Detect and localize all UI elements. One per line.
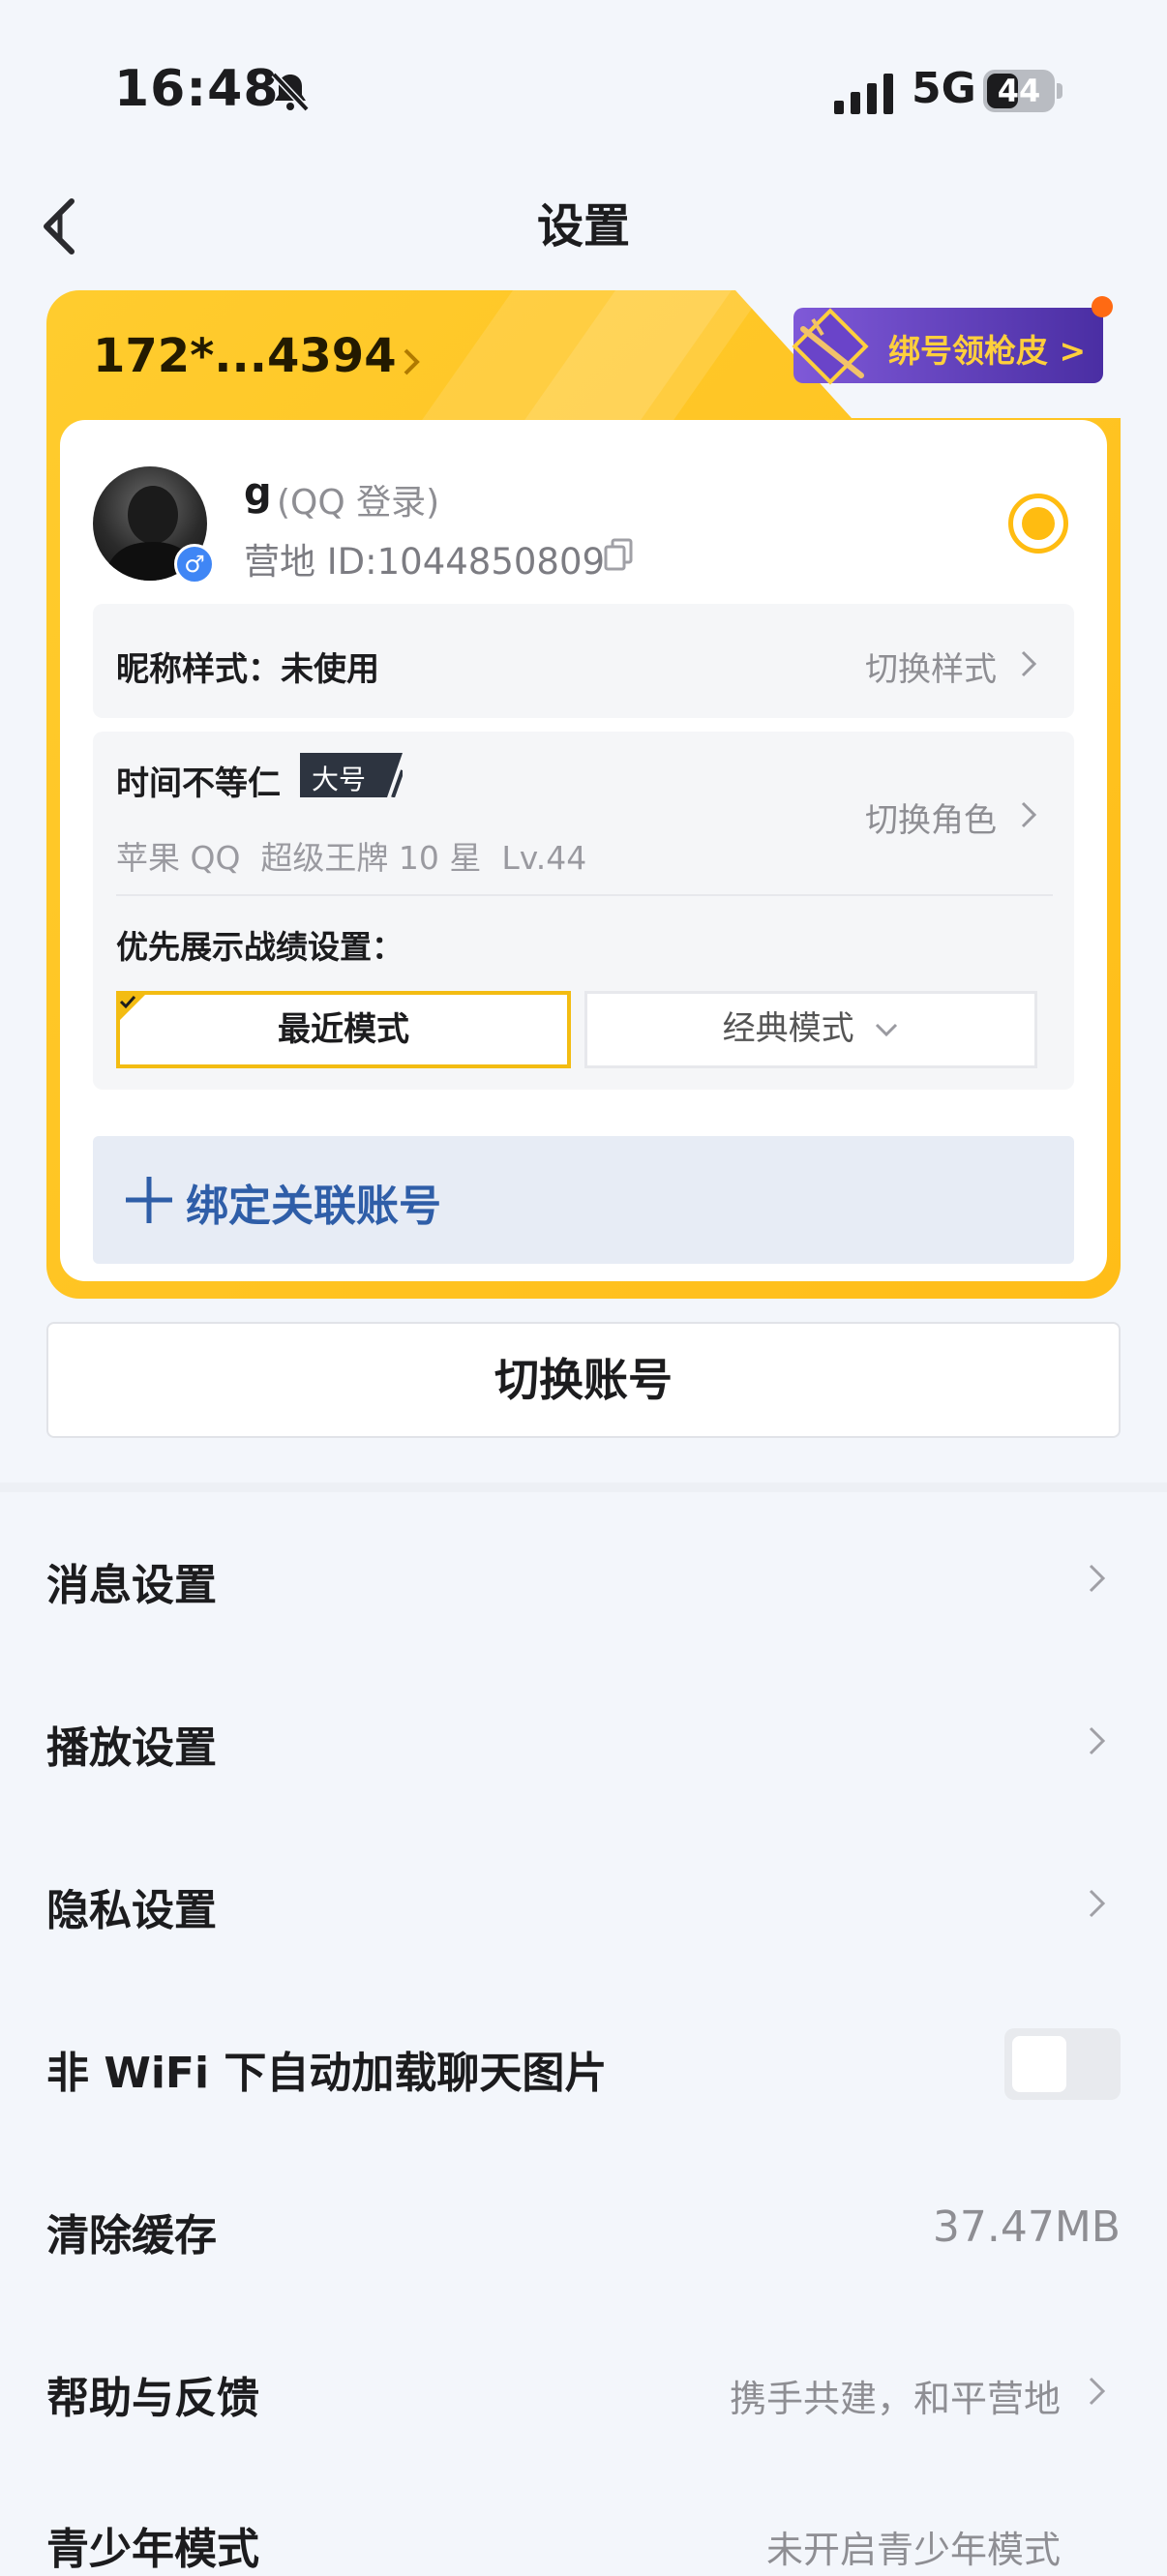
notification-dot xyxy=(1092,296,1113,317)
wifi-images-toggle[interactable] xyxy=(1004,2028,1121,2100)
network-type: 5G xyxy=(912,64,976,113)
cache-size: 37.47MB xyxy=(932,2202,1121,2252)
classic-mode-label: 经典模式 xyxy=(722,1009,854,1048)
cellular-signal-icon xyxy=(834,74,893,114)
section-divider xyxy=(0,1483,1167,1492)
menu-item-privacy-settings[interactable]: 隐私设置 xyxy=(46,1875,217,1937)
bind-linked-account-label: 绑定关联账号 xyxy=(186,1182,441,1231)
battery-level: 44 xyxy=(997,73,1041,109)
status-time: 16:48 xyxy=(114,60,280,118)
copy-icon[interactable] xyxy=(604,538,633,571)
menu-item-playback-settings[interactable]: 播放设置 xyxy=(46,1713,217,1775)
account-phone[interactable]: 172*...4394 xyxy=(93,329,397,383)
selected-check-icon xyxy=(116,991,149,1024)
male-gender-icon: ♂ xyxy=(174,544,215,584)
menu-item-clear-cache[interactable]: 清除缓存 xyxy=(46,2201,217,2262)
teen-mode-value: 未开启青少年模式 xyxy=(765,2529,1061,2571)
chevron-right-icon xyxy=(1089,2377,1106,2406)
help-feedback-value: 携手共建，和平营地 xyxy=(729,2378,1061,2420)
login-type: (QQ 登录) xyxy=(277,483,440,523)
menu-item-teen-mode[interactable]: 青少年模式 xyxy=(46,2514,259,2576)
gun-skin-icon xyxy=(792,308,869,385)
menu-item-help-feedback[interactable]: 帮助与反馈 xyxy=(46,2363,259,2425)
classic-mode-button[interactable]: 经典模式 xyxy=(584,991,1037,1068)
bind-reward-label[interactable]: 绑号领枪皮 > xyxy=(888,325,1086,372)
chevron-down-icon xyxy=(876,1023,898,1036)
chevron-right-icon xyxy=(1089,1726,1106,1755)
menu-item-message-settings[interactable]: 消息设置 xyxy=(46,1550,217,1612)
role-name: 时间不等仁 xyxy=(116,764,281,803)
silent-bell-icon xyxy=(271,72,310,112)
chevron-right-icon xyxy=(1021,801,1037,828)
plus-icon xyxy=(126,1177,172,1223)
switch-role-link[interactable]: 切换角色 xyxy=(865,794,997,841)
chevron-right-icon xyxy=(1089,1564,1106,1593)
account-selected-radio[interactable] xyxy=(1008,494,1068,554)
nickname-style-label: 昵称样式：未使用 xyxy=(116,650,379,689)
chevron-right-icon xyxy=(1021,650,1037,677)
page-title: 设置 xyxy=(536,199,630,254)
recent-mode-button[interactable]: 最近模式 xyxy=(116,991,571,1068)
role-description: 苹果 QQ 超级王牌 10 星 Lv.44 xyxy=(116,839,587,877)
chevron-right-icon xyxy=(404,348,420,375)
chevron-right-icon xyxy=(1089,1889,1106,1918)
menu-item-wifi-images: 非 WiFi 下自动加载聊天图片 xyxy=(46,2049,608,2098)
camp-id: 营地 ID:1044850809 xyxy=(244,541,606,583)
divider xyxy=(116,894,1053,896)
user-name: g xyxy=(244,470,272,515)
role-badge-label: 大号 xyxy=(312,764,367,795)
switch-account-button[interactable]: 切换账号 xyxy=(46,1322,1121,1438)
record-display-label: 优先展示战绩设置： xyxy=(116,928,404,966)
battery-icon: 44 xyxy=(983,70,1064,114)
switch-style-link[interactable]: 切换样式 xyxy=(865,643,997,690)
